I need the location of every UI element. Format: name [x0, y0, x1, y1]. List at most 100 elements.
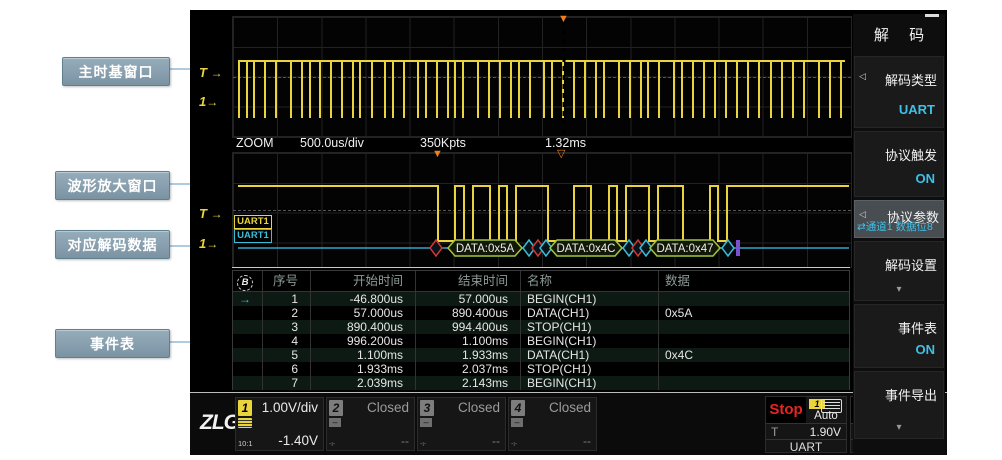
- channel-number-badge: 2: [329, 400, 343, 416]
- channel-status: Closed: [458, 400, 500, 415]
- coupling-indicator: -ι-: [511, 441, 517, 448]
- callout-label: 波形放大窗口: [55, 171, 170, 200]
- channel-offset: -1.40V: [278, 433, 318, 448]
- zoom-memory-depth: 350Kpts: [420, 136, 466, 150]
- event-table-row[interactable]: 51.100ms1.933msDATA(CH1)0x4C: [233, 348, 849, 362]
- event-table-column-header: 数据: [659, 271, 849, 291]
- bottom-status-bar: ZLG® 1 10:1 1.00V/div -1.40V 2 – -ι- Clo…: [190, 392, 947, 455]
- zoom-region-trigger-icon: ▽: [557, 149, 565, 159]
- svg-text:DATA:0x5A: DATA:0x5A: [456, 243, 515, 255]
- event-table-cell: 1.933ms: [311, 362, 416, 376]
- trigger-status-panel[interactable]: Stop 1 Auto T 1.90V UART: [765, 396, 847, 453]
- main-waveform: [233, 17, 851, 137]
- event-table-cell: 1: [263, 292, 311, 306]
- menu-item-label: 解码设置: [885, 255, 937, 274]
- callout-label: 对应解码数据: [55, 230, 170, 259]
- decode-menu-panel: 解 码 ◁解码类型UART协议触发ON◁协议参数⇄通道1 数据位8解码设置▾事件…: [853, 14, 945, 454]
- event-table[interactable]: B序号开始时间结束时间名称数据→1-46.800us57.000usBEGIN(…: [232, 270, 850, 390]
- channel-status: Closed: [549, 400, 591, 415]
- event-table-cell: 1.933ms: [416, 348, 521, 362]
- uart-decode-badge: UART1: [234, 229, 272, 243]
- event-table-cell: 994.400us: [416, 320, 521, 334]
- bus-b-icon: B: [237, 275, 253, 291]
- event-table-row[interactable]: →1-46.800us57.000usBEGIN(CH1): [233, 292, 849, 306]
- event-table-cell: BEGIN(CH1): [521, 334, 659, 348]
- callout-label: 主时基窗口: [62, 57, 170, 86]
- event-table-column-header: 名称: [521, 271, 659, 291]
- current-event-arrow-icon: →: [233, 292, 251, 306]
- decode-end-marker: [736, 240, 740, 256]
- event-table-cell: 7: [263, 376, 311, 390]
- event-table-cell: BEGIN(CH1): [521, 376, 659, 390]
- event-table-cell: 2.143ms: [416, 376, 521, 390]
- event-table-cell: 1.100ms: [311, 348, 416, 362]
- event-table-cell: -46.800us: [311, 292, 416, 306]
- menu-item-subtitle: ⇄通道1 数据位8: [857, 219, 943, 234]
- coupling-indicator: -ι-: [420, 441, 426, 448]
- event-table-cell: DATA(CH1): [521, 348, 659, 362]
- oscilloscope-screen: T → 1→ T → 1→ ▼ ZOOM 500.0us/div 350Kpts…: [190, 10, 947, 455]
- channel-3-panel[interactable]: 3 – -ι- Closed --: [417, 397, 506, 451]
- channel-strip: 1 10:1: [238, 400, 254, 448]
- channel-readouts: Closed --: [438, 400, 500, 448]
- event-table-cell: 4: [263, 334, 311, 348]
- menu-item-1[interactable]: ◁解码类型UART: [854, 56, 944, 128]
- menu-item-4[interactable]: 解码设置 ▾: [854, 241, 944, 301]
- menu-item-value: ON: [916, 171, 936, 186]
- dc-coupling-icon: [238, 418, 252, 428]
- decode-data-bubble: DATA:0x5A: [448, 240, 522, 256]
- menu-item-value: ON: [916, 342, 936, 357]
- event-table-cell: 6: [263, 362, 311, 376]
- volts-per-div: 1.00V/div: [262, 400, 318, 415]
- zoom-offset: 1.32ms: [545, 136, 586, 150]
- event-table-cell: 0x5A: [659, 306, 849, 320]
- channel-number-badge: 3: [420, 400, 434, 416]
- chevron-down-icon: ▾: [855, 422, 943, 433]
- zoom-timebase: 500.0us/div: [300, 136, 364, 150]
- channel-number-badge: 4: [511, 400, 525, 416]
- minus-icon: –: [420, 418, 432, 427]
- menu-item-label: 事件表: [898, 318, 937, 337]
- event-table-cell: 0x4C: [659, 348, 849, 362]
- channel-2-panel[interactable]: 2 – -ι- Closed --: [326, 397, 415, 451]
- coupling-indicator: -ι-: [329, 441, 335, 448]
- event-table-row[interactable]: 4996.200us1.100msBEGIN(CH1): [233, 334, 849, 348]
- event-table-row[interactable]: 3890.400us994.400usSTOP(CH1): [233, 320, 849, 334]
- menu-item-2[interactable]: 协议触发 ON: [854, 131, 944, 197]
- callout-label: 事件表: [55, 329, 170, 358]
- menu-item-6[interactable]: 事件导出▾: [854, 371, 944, 439]
- event-table-cell: 5: [263, 348, 311, 362]
- menu-item-label: 协议触发: [885, 145, 937, 164]
- channel-number-badge: 1: [238, 400, 252, 416]
- run-state-indicator[interactable]: Stop: [766, 397, 806, 423]
- event-table-cell: 1.100ms: [416, 334, 521, 348]
- trigger-level-marker-main: T →: [199, 65, 223, 80]
- menu-item-3[interactable]: ◁协议参数⇄通道1 数据位8: [854, 200, 944, 238]
- channel1-marker-main: 1→: [199, 94, 218, 109]
- event-table-cell: 996.200us: [311, 334, 416, 348]
- menu-item-5[interactable]: 事件表 ON: [854, 304, 944, 368]
- channel1-marker-zoom: 1→: [199, 236, 218, 251]
- menu-items: ◁解码类型UART协议触发ON◁协议参数⇄通道1 数据位8解码设置▾事件表ON事…: [854, 56, 944, 439]
- event-table-row[interactable]: 61.933ms2.037msSTOP(CH1): [233, 362, 849, 376]
- event-table-column-header: 序号: [263, 271, 311, 291]
- channel-readouts: 1.00V/div -1.40V: [256, 400, 318, 448]
- event-table-cell: 890.400us: [416, 306, 521, 320]
- chevron-down-icon: ▾: [855, 284, 943, 295]
- main-timebase-window: ▼: [232, 16, 852, 138]
- submenu-left-arrow-icon: ◁: [859, 71, 866, 82]
- event-table-cell: 57.000us: [311, 306, 416, 320]
- channel-strip: 2 – -ι-: [329, 400, 345, 448]
- event-table-cell: [659, 320, 849, 334]
- trigger-sweep-mode: Auto: [806, 410, 846, 422]
- event-table-cell: STOP(CH1): [521, 362, 659, 376]
- channel-4-panel[interactable]: 4 – -ι- Closed --: [508, 397, 597, 451]
- probe-ratio: 10:1: [238, 439, 253, 448]
- zoom-region-start-icon: ▼: [432, 149, 443, 159]
- event-table-row[interactable]: 72.039ms2.143msBEGIN(CH1): [233, 376, 849, 390]
- channel-1-panel[interactable]: 1 10:1 1.00V/div -1.40V: [235, 397, 324, 451]
- event-table-cell: 3: [263, 320, 311, 334]
- menu-minimize-dash-icon[interactable]: [925, 14, 939, 17]
- channel-strip: 3 – -ι-: [420, 400, 436, 448]
- event-table-row[interactable]: 257.000us890.400usDATA(CH1)0x5A: [233, 306, 849, 320]
